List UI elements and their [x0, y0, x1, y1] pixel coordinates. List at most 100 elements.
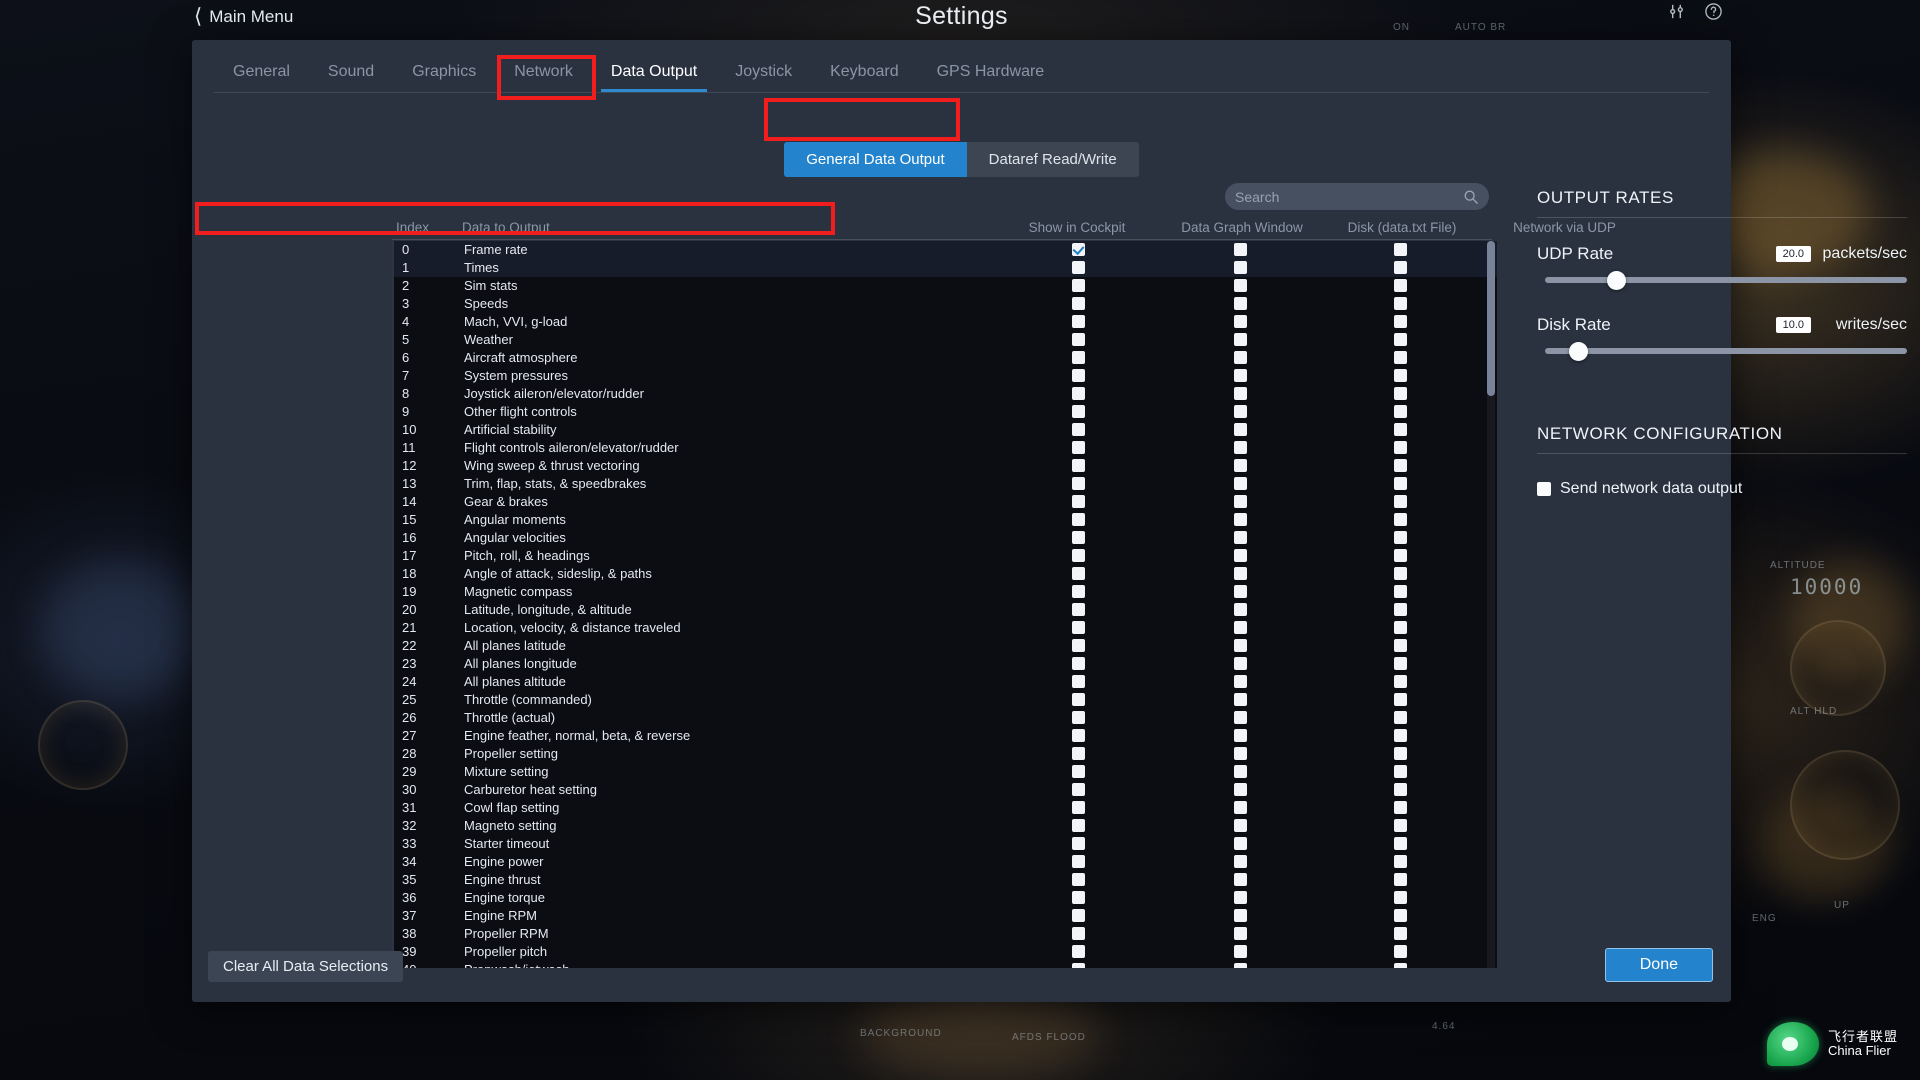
search-icon[interactable] — [1463, 189, 1479, 205]
table-row[interactable]: 5 Weather — [392, 331, 1497, 349]
checkbox-show-in-cockpit[interactable] — [1072, 657, 1085, 670]
checkbox-disk-file[interactable] — [1394, 549, 1407, 562]
checkbox-data-graph-window[interactable] — [1234, 297, 1247, 310]
table-row[interactable]: 11 Flight controls aileron/elevator/rudde… — [392, 439, 1497, 457]
table-row[interactable]: 25 Throttle (commanded) — [392, 691, 1497, 709]
checkbox-data-graph-window[interactable] — [1234, 891, 1247, 904]
checkbox-data-graph-window[interactable] — [1234, 657, 1247, 670]
table-row[interactable]: 12 Wing sweep & thrust vectoring — [392, 457, 1497, 475]
send-network-data-output-row[interactable]: Send network data output — [1537, 480, 1907, 498]
checkbox-disk-file[interactable] — [1394, 531, 1407, 544]
search-input[interactable] — [1235, 188, 1463, 205]
checkbox-disk-file[interactable] — [1394, 369, 1407, 382]
checkbox-disk-file[interactable] — [1394, 963, 1407, 968]
table-scrollbar-thumb[interactable] — [1487, 241, 1495, 396]
tab-graphics[interactable]: Graphics — [393, 63, 495, 92]
checkbox-disk-file[interactable] — [1394, 441, 1407, 454]
table-row[interactable]: 19 Magnetic compass — [392, 583, 1497, 601]
checkbox-show-in-cockpit[interactable] — [1072, 747, 1085, 760]
checkbox-show-in-cockpit[interactable] — [1072, 423, 1085, 436]
send-network-data-output-checkbox[interactable] — [1537, 482, 1551, 496]
checkbox-data-graph-window[interactable] — [1234, 819, 1247, 832]
checkbox-data-graph-window[interactable] — [1234, 369, 1247, 382]
checkbox-disk-file[interactable] — [1394, 567, 1407, 580]
checkbox-disk-file[interactable] — [1394, 693, 1407, 706]
table-row[interactable]: 17 Pitch, roll, & headings — [392, 547, 1497, 565]
table-row[interactable]: 40 Propwash/jetwash — [392, 961, 1497, 968]
checkbox-data-graph-window[interactable] — [1234, 783, 1247, 796]
disk-rate-slider[interactable] — [1537, 340, 1907, 362]
tab-network[interactable]: Network — [495, 63, 592, 92]
table-row[interactable]: 38 Propeller RPM — [392, 925, 1497, 943]
disk-rate-value[interactable]: 10.0 — [1775, 317, 1811, 333]
table-row[interactable]: 37 Engine RPM — [392, 907, 1497, 925]
checkbox-disk-file[interactable] — [1394, 729, 1407, 742]
checkbox-show-in-cockpit[interactable] — [1072, 441, 1085, 454]
checkbox-show-in-cockpit[interactable] — [1072, 819, 1085, 832]
clear-all-data-selections-button[interactable]: Clear All Data Selections — [208, 951, 404, 982]
table-row[interactable]: 35 Engine thrust — [392, 871, 1497, 889]
checkbox-data-graph-window[interactable] — [1234, 279, 1247, 292]
table-row[interactable]: 39 Propeller pitch — [392, 943, 1497, 961]
table-row[interactable]: 21 Location, velocity, & distance travele… — [392, 619, 1497, 637]
checkbox-data-graph-window[interactable] — [1234, 909, 1247, 922]
table-row[interactable]: 33 Starter timeout — [392, 835, 1497, 853]
table-row[interactable]: 31 Cowl flap setting — [392, 799, 1497, 817]
checkbox-show-in-cockpit[interactable] — [1072, 369, 1085, 382]
checkbox-show-in-cockpit[interactable] — [1072, 621, 1085, 634]
checkbox-disk-file[interactable] — [1394, 927, 1407, 940]
checkbox-data-graph-window[interactable] — [1234, 423, 1247, 436]
checkbox-data-graph-window[interactable] — [1234, 693, 1247, 706]
checkbox-disk-file[interactable] — [1394, 621, 1407, 634]
table-row[interactable]: 23 All planes longitude — [392, 655, 1497, 673]
checkbox-show-in-cockpit[interactable] — [1072, 333, 1085, 346]
checkbox-data-graph-window[interactable] — [1234, 927, 1247, 940]
checkbox-disk-file[interactable] — [1394, 351, 1407, 364]
checkbox-show-in-cockpit[interactable] — [1072, 459, 1085, 472]
checkbox-data-graph-window[interactable] — [1234, 855, 1247, 868]
checkbox-show-in-cockpit[interactable] — [1072, 837, 1085, 850]
checkbox-show-in-cockpit[interactable] — [1072, 891, 1085, 904]
checkbox-data-graph-window[interactable] — [1234, 765, 1247, 778]
checkbox-data-graph-window[interactable] — [1234, 477, 1247, 490]
checkbox-data-graph-window[interactable] — [1234, 963, 1247, 968]
checkbox-disk-file[interactable] — [1394, 585, 1407, 598]
udp-rate-slider[interactable] — [1537, 269, 1907, 291]
checkbox-data-graph-window[interactable] — [1234, 585, 1247, 598]
table-row[interactable]: 36 Engine torque — [392, 889, 1497, 907]
checkbox-disk-file[interactable] — [1394, 909, 1407, 922]
checkbox-data-graph-window[interactable] — [1234, 513, 1247, 526]
checkbox-show-in-cockpit[interactable] — [1072, 603, 1085, 616]
table-row[interactable]: 10 Artificial stability — [392, 421, 1497, 439]
checkbox-disk-file[interactable] — [1394, 405, 1407, 418]
table-row[interactable]: 9 Other flight controls — [392, 403, 1497, 421]
checkbox-data-graph-window[interactable] — [1234, 801, 1247, 814]
table-row[interactable]: 6 Aircraft atmosphere — [392, 349, 1497, 367]
checkbox-disk-file[interactable] — [1394, 711, 1407, 724]
checkbox-disk-file[interactable] — [1394, 297, 1407, 310]
checkbox-show-in-cockpit[interactable] — [1072, 315, 1085, 328]
checkbox-show-in-cockpit[interactable] — [1072, 765, 1085, 778]
checkbox-disk-file[interactable] — [1394, 891, 1407, 904]
checkbox-disk-file[interactable] — [1394, 261, 1407, 274]
udp-rate-value[interactable]: 20.0 — [1775, 246, 1811, 262]
table-row[interactable]: 34 Engine power — [392, 853, 1497, 871]
checkbox-data-graph-window[interactable] — [1234, 729, 1247, 742]
checkbox-disk-file[interactable] — [1394, 513, 1407, 526]
sliders-icon[interactable] — [1667, 2, 1686, 26]
table-row[interactable]: 32 Magneto setting — [392, 817, 1497, 835]
table-row[interactable]: 7 System pressures — [392, 367, 1497, 385]
checkbox-data-graph-window[interactable] — [1234, 603, 1247, 616]
checkbox-show-in-cockpit[interactable] — [1072, 783, 1085, 796]
checkbox-data-graph-window[interactable] — [1234, 837, 1247, 850]
tab-joystick[interactable]: Joystick — [716, 63, 811, 92]
checkbox-data-graph-window[interactable] — [1234, 315, 1247, 328]
checkbox-show-in-cockpit[interactable] — [1072, 801, 1085, 814]
tab-general[interactable]: General — [214, 63, 309, 92]
checkbox-disk-file[interactable] — [1394, 747, 1407, 760]
checkbox-show-in-cockpit[interactable] — [1072, 477, 1085, 490]
table-row[interactable]: 1 Times — [392, 259, 1497, 277]
subtab-general-data-output[interactable]: General Data Output — [784, 142, 967, 177]
checkbox-show-in-cockpit[interactable] — [1072, 693, 1085, 706]
tab-data-output[interactable]: Data Output — [592, 63, 716, 92]
